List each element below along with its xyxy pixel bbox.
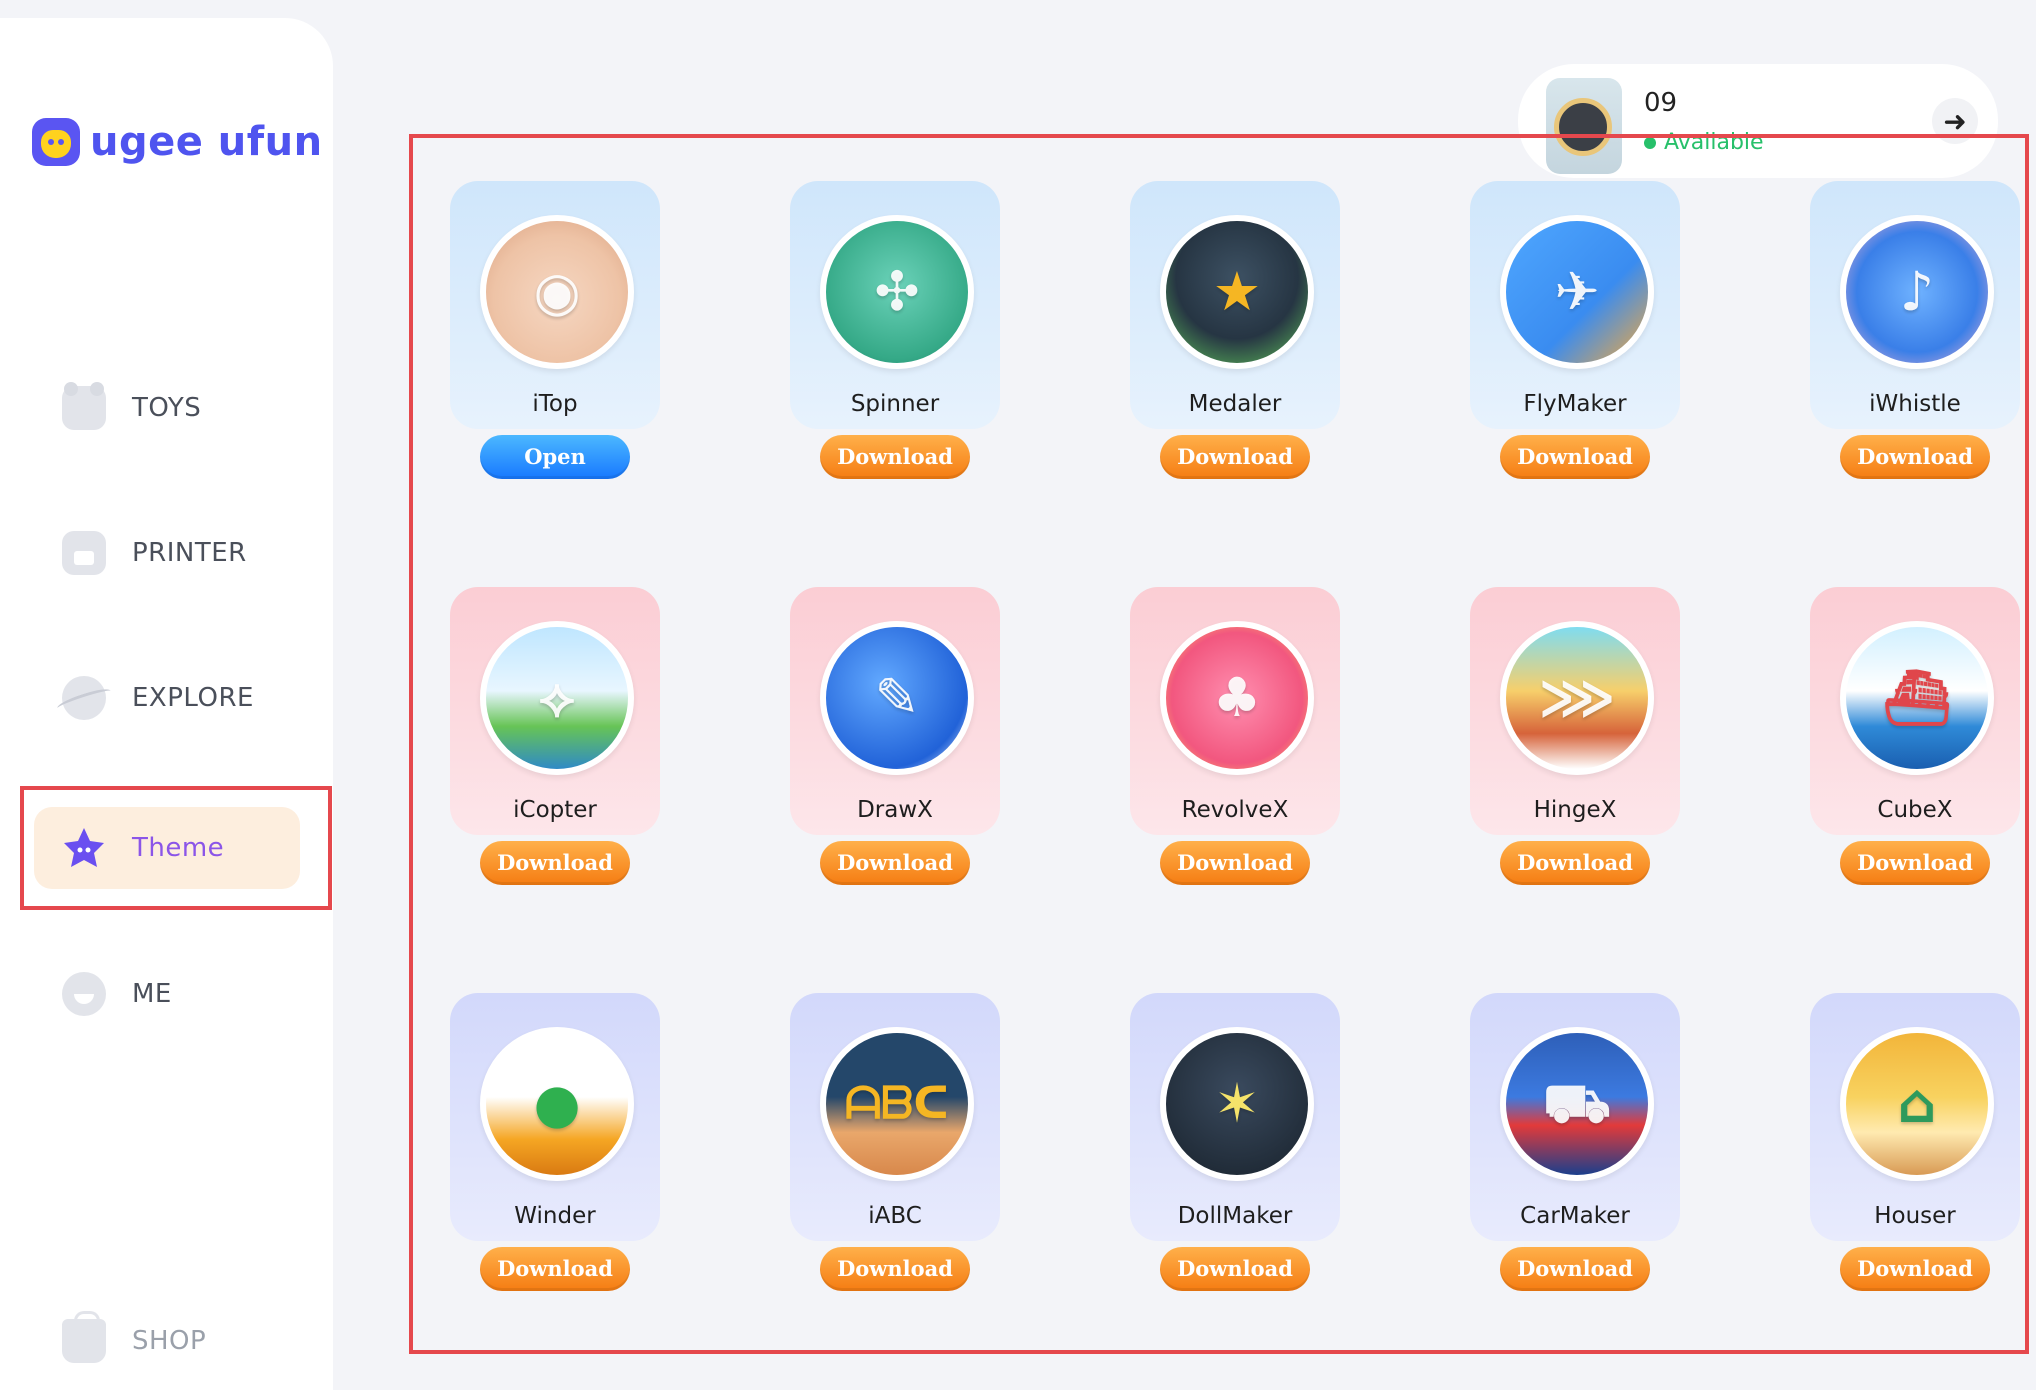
app-card-iabc: ᗩᗷᑕ iABC Download — [750, 947, 1012, 1291]
app-name: CubeX — [1877, 797, 1953, 823]
nav-item-me[interactable]: ME — [34, 953, 300, 1035]
app-card-iwhistle: ♪ iWhistle Download — [1770, 135, 2032, 479]
brand-logo: ugee ufun — [32, 118, 323, 166]
nav-item-printer[interactable]: PRINTER — [34, 512, 300, 594]
cubex-icon[interactable]: ⛴ — [1840, 621, 1994, 775]
device-name: 09 — [1644, 88, 1678, 118]
app-card-houser: ⌂ Houser Download — [1770, 947, 2032, 1291]
app-name: iWhistle — [1869, 391, 1961, 417]
app-name: iABC — [868, 1203, 922, 1229]
itop-icon[interactable]: ◉ — [480, 215, 634, 369]
shop-bag-icon — [62, 1311, 106, 1363]
download-button[interactable]: Download — [1500, 435, 1650, 479]
download-button[interactable]: Download — [480, 841, 630, 885]
planet-icon — [62, 676, 106, 720]
download-button[interactable]: Download — [820, 435, 970, 479]
app-card-dollmaker: ✶ DollMaker Download — [1090, 947, 1352, 1291]
download-button[interactable]: Download — [480, 1247, 630, 1291]
icopter-icon[interactable]: ⟡ — [480, 621, 634, 775]
nav-item-label: Theme — [132, 833, 225, 863]
winder-icon[interactable]: ● — [480, 1027, 634, 1181]
app-name: iCopter — [513, 797, 597, 823]
nav-item-label: SHOP — [132, 1326, 207, 1356]
app-name: Houser — [1874, 1203, 1956, 1229]
carmaker-icon[interactable]: ⛟ — [1500, 1027, 1654, 1181]
nav-item-label: EXPLORE — [132, 683, 254, 713]
app-card-hingex: ⋙ HingeX Download — [1430, 541, 1692, 885]
app-card-itop: ◉ iTop Open — [410, 135, 672, 479]
face-icon — [62, 972, 106, 1016]
download-button[interactable]: Download — [1160, 1247, 1310, 1291]
app-card-drawx: ✎ DrawX Download — [750, 541, 1012, 885]
houser-icon[interactable]: ⌂ — [1840, 1027, 1994, 1181]
open-button[interactable]: Open — [480, 435, 630, 479]
sidebar: ugee ufun TOYS PRINTER EXPLORE Theme ME … — [0, 18, 333, 1390]
ugee-logo-icon — [32, 118, 80, 166]
app-name: RevolveX — [1181, 797, 1289, 823]
revolvex-icon[interactable]: ♣ — [1160, 621, 1314, 775]
app-name: Winder — [514, 1203, 596, 1229]
drawx-icon[interactable]: ✎ — [820, 621, 974, 775]
app-name: DrawX — [857, 797, 933, 823]
brand-name: ugee ufun — [90, 119, 323, 165]
app-card-spinner: ✣ Spinner Download — [750, 135, 1012, 479]
flymaker-icon[interactable]: ✈ — [1500, 215, 1654, 369]
download-button[interactable]: Download — [1500, 841, 1650, 885]
toy-bear-icon — [62, 382, 106, 430]
download-button[interactable]: Download — [1500, 1247, 1650, 1291]
nav-item-label: PRINTER — [132, 538, 247, 568]
app-card-carmaker: ⛟ CarMaker Download — [1430, 947, 1692, 1291]
download-button[interactable]: Download — [1840, 841, 1990, 885]
nav-item-shop[interactable]: SHOP — [34, 1300, 300, 1382]
download-button[interactable]: Download — [1840, 1247, 1990, 1291]
app-name: HingeX — [1533, 797, 1617, 823]
nav-item-label: ME — [132, 979, 172, 1009]
app-name: iTop — [532, 391, 578, 417]
printer-icon — [62, 531, 106, 575]
app-name: DollMaker — [1177, 1203, 1293, 1229]
medaler-icon[interactable]: ★ — [1160, 215, 1314, 369]
nav-item-theme[interactable]: Theme — [34, 807, 300, 889]
star-icon — [62, 826, 106, 870]
nav-item-toys[interactable]: TOYS — [34, 367, 300, 449]
nav-item-label: TOYS — [132, 393, 202, 423]
app-card-medaler: ★ Medaler Download — [1090, 135, 1352, 479]
app-card-revolvex: ♣ RevolveX Download — [1090, 541, 1352, 885]
dollmaker-icon[interactable]: ✶ — [1160, 1027, 1314, 1181]
app-card-icopter: ⟡ iCopter Download — [410, 541, 672, 885]
download-button[interactable]: Download — [1840, 435, 1990, 479]
download-button[interactable]: Download — [820, 1247, 970, 1291]
app-card-winder: ● Winder Download — [410, 947, 672, 1291]
spinner-icon[interactable]: ✣ — [820, 215, 974, 369]
download-button[interactable]: Download — [1160, 841, 1310, 885]
hingex-icon[interactable]: ⋙ — [1500, 621, 1654, 775]
app-name: Medaler — [1188, 391, 1282, 417]
iwhistle-icon[interactable]: ♪ — [1840, 215, 1994, 369]
nav-item-explore[interactable]: EXPLORE — [34, 657, 300, 739]
download-button[interactable]: Download — [1160, 435, 1310, 479]
app-card-flymaker: ✈ FlyMaker Download — [1430, 135, 1692, 479]
iabc-icon[interactable]: ᗩᗷᑕ — [820, 1027, 974, 1181]
app-name: Spinner — [850, 391, 940, 417]
download-button[interactable]: Download — [820, 841, 970, 885]
app-name: FlyMaker — [1523, 391, 1627, 417]
app-name: CarMaker — [1520, 1203, 1630, 1229]
theme-grid: ◉ iTop Open ✣ Spinner Download ★ Medaler… — [410, 135, 2036, 1355]
app-card-cubex: ⛴ CubeX Download — [1770, 541, 2032, 885]
